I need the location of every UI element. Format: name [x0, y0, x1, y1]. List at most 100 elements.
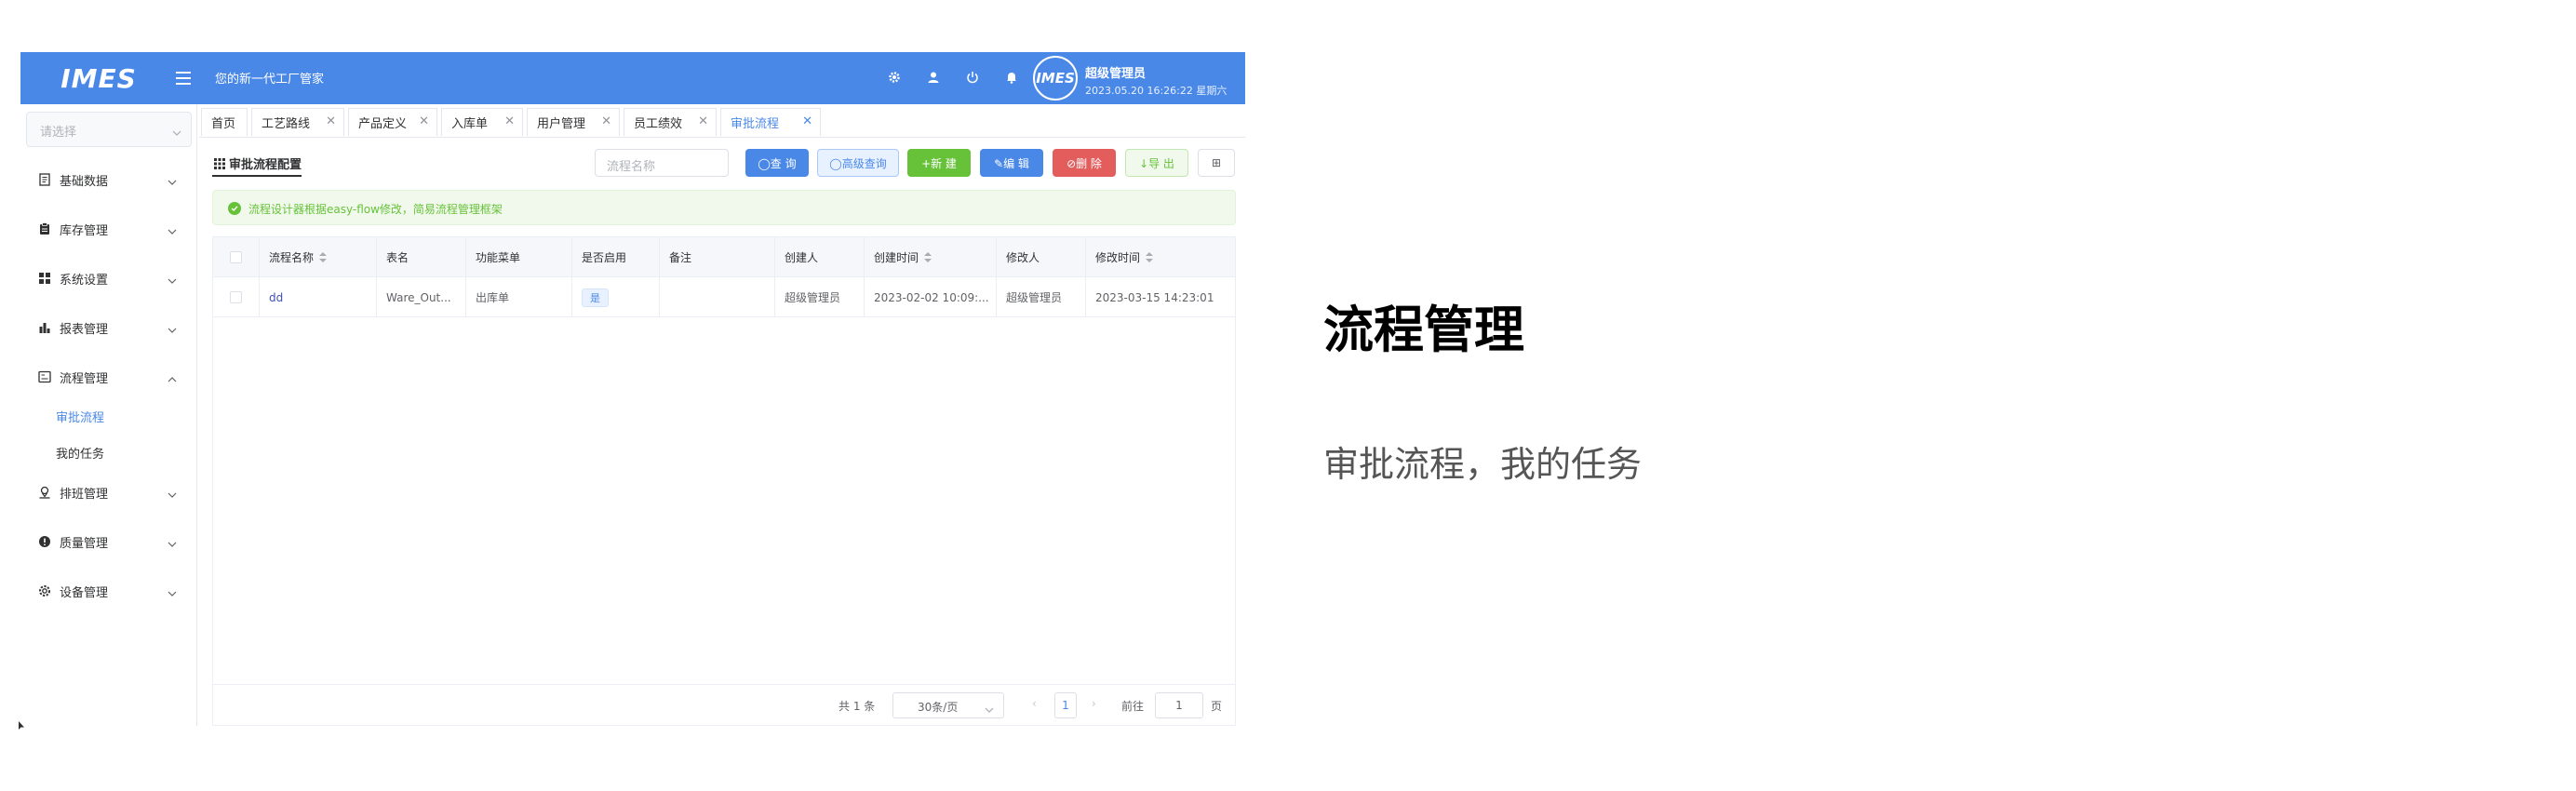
- tab-approval-flow[interactable]: 审批流程 ✕: [720, 108, 821, 136]
- tab-employee-performance[interactable]: 员工绩效 ✕: [624, 108, 717, 136]
- location-icon: [37, 485, 52, 500]
- cell-created: 2023-02-02 10:09:...: [865, 277, 997, 317]
- menu-search-select[interactable]: 请选择: [26, 112, 192, 147]
- grid-icon: [213, 156, 226, 169]
- sort-icon[interactable]: [924, 251, 932, 263]
- logo-text: IMES: [60, 62, 137, 94]
- table-header: 流程名称 表名 功能菜单 是否启用 备注 创建人 创建时间 修改人 修改时间: [213, 237, 1235, 277]
- cell-name[interactable]: dd: [260, 277, 377, 317]
- sidebar-item-reports[interactable]: 报表管理: [20, 308, 197, 345]
- sidebar-subitem-approval-flow[interactable]: 审批流程: [56, 408, 104, 425]
- sidebar-item-equipment[interactable]: 设备管理: [20, 571, 197, 609]
- export-button[interactable]: ↓导 出: [1125, 149, 1188, 177]
- row-checkbox[interactable]: [230, 291, 242, 303]
- sidebar-item-label: 质量管理: [60, 537, 109, 551]
- bell-icon[interactable]: [1001, 67, 1022, 87]
- flow-icon: [37, 369, 52, 384]
- query-button[interactable]: ◯查 询: [745, 149, 809, 177]
- sidebar-item-process[interactable]: 流程管理: [20, 357, 197, 395]
- document-icon: [37, 172, 52, 187]
- page-number-button[interactable]: 1: [1054, 692, 1077, 718]
- slide-subtitle: 审批流程，我的任务: [1323, 444, 1643, 485]
- table-row[interactable]: dd Ware_Out... 出库单 是 超级管理员 2023-02-02 10…: [213, 277, 1235, 317]
- sidebar-item-label: 排班管理: [60, 488, 109, 502]
- close-icon[interactable]: ✕: [326, 114, 336, 128]
- sidebar-item-system-settings[interactable]: 系统设置: [20, 259, 197, 296]
- sidebar-item-label: 系统设置: [60, 274, 109, 288]
- clipboard-icon: [37, 221, 52, 236]
- chevron-down-icon: [168, 535, 177, 553]
- column-settings-button[interactable]: ⊞: [1198, 149, 1235, 177]
- grid-icon: [37, 271, 52, 286]
- cell-table-name: Ware_Out...: [377, 277, 466, 317]
- sidebar-item-label: 库存管理: [60, 224, 109, 238]
- sort-icon[interactable]: [319, 251, 328, 263]
- close-icon[interactable]: ✕: [601, 114, 611, 128]
- column-header-label: 修改人: [1006, 251, 1040, 264]
- tab-inbound-order[interactable]: 入库单 ✕: [441, 108, 523, 136]
- sidebar-item-quality[interactable]: 质量管理: [20, 522, 197, 559]
- chevron-down-icon: [168, 272, 177, 289]
- avatar[interactable]: IMES: [1033, 56, 1078, 101]
- close-icon[interactable]: ✕: [698, 114, 708, 128]
- column-header-creator: 创建人: [775, 237, 865, 277]
- sidebar: 请选择 基础数据 库存管理 系统设置 报表管理 流程管理 审批流程 我的任务 排…: [20, 104, 197, 726]
- column-header-name[interactable]: 流程名称: [260, 237, 377, 277]
- cell-modified: 2023-03-15 14:23:01: [1095, 290, 1214, 304]
- tab-user-management[interactable]: 用户管理 ✕: [527, 108, 620, 136]
- sidebar-subitem-my-tasks[interactable]: 我的任务: [56, 444, 104, 462]
- tab-label: 员工绩效: [634, 117, 683, 131]
- top-icons: [884, 67, 1022, 87]
- slide-title: 流程管理: [1323, 301, 1524, 359]
- prev-page-button[interactable]: ‹: [1032, 697, 1037, 710]
- tab-product-definition[interactable]: 产品定义 ✕: [348, 108, 437, 136]
- new-button[interactable]: +新 建: [907, 149, 971, 177]
- goto-page-input[interactable]: 1: [1155, 692, 1203, 718]
- select-all-checkbox[interactable]: [230, 251, 242, 263]
- column-header-label: 流程名称: [269, 251, 315, 264]
- column-header-menu: 功能菜单: [466, 237, 572, 277]
- column-header-label: 创建时间: [874, 251, 919, 264]
- search-placeholder: 流程名称: [607, 160, 656, 174]
- info-alert: 流程设计器根据easy-flow修改，简易流程管理框架: [212, 190, 1236, 225]
- next-page-button[interactable]: ›: [1092, 697, 1096, 710]
- column-header-modified[interactable]: 修改时间: [1086, 237, 1235, 277]
- column-header-created[interactable]: 创建时间: [865, 237, 997, 277]
- close-icon[interactable]: ✕: [419, 114, 429, 128]
- current-datetime: 2023.05.20 16:26:22 星期六: [1085, 85, 1228, 97]
- edit-button[interactable]: ✎编 辑: [980, 149, 1043, 177]
- tab-label: 产品定义: [358, 117, 408, 131]
- chevron-down-icon: [172, 124, 181, 141]
- close-icon[interactable]: ✕: [802, 114, 812, 128]
- column-header-label: 备注: [669, 251, 692, 264]
- delete-button[interactable]: ⊘删 除: [1053, 149, 1116, 177]
- menu-toggle-icon[interactable]: [173, 68, 194, 88]
- page-size-value: 30条/页: [918, 701, 959, 714]
- power-icon[interactable]: [962, 67, 983, 87]
- sidebar-item-basic-data[interactable]: 基础数据: [20, 160, 197, 197]
- column-header-modifier: 修改人: [997, 237, 1086, 277]
- tab-home[interactable]: 首页: [201, 108, 248, 136]
- cell-enabled: 是: [572, 277, 660, 317]
- close-icon[interactable]: ✕: [504, 114, 515, 128]
- sidebar-item-inventory[interactable]: 库存管理: [20, 209, 197, 247]
- sidebar-item-label: 报表管理: [60, 323, 109, 337]
- advanced-query-button[interactable]: ◯高级查询: [817, 149, 899, 177]
- page-size-select[interactable]: 30条/页: [892, 692, 1004, 718]
- user-icon[interactable]: [923, 67, 944, 87]
- user-name[interactable]: 超级管理员: [1085, 63, 1146, 81]
- column-header-remark: 备注: [660, 237, 775, 277]
- column-header-enabled: 是否启用: [572, 237, 660, 277]
- chevron-down-icon: [168, 173, 177, 191]
- logo: IMES: [54, 61, 143, 95]
- process-table: 流程名称 表名 功能菜单 是否启用 备注 创建人 创建时间 修改人 修改时间 d…: [212, 236, 1236, 726]
- tab-process-route[interactable]: 工艺路线 ✕: [251, 108, 344, 136]
- alert-text: 流程设计器根据easy-flow修改，简易流程管理框架: [248, 203, 503, 216]
- cell-menu: 出库单: [466, 277, 572, 317]
- page-suffix-label: 页: [1211, 700, 1223, 713]
- process-name-search-input[interactable]: 流程名称: [595, 149, 729, 177]
- sidebar-item-scheduling[interactable]: 排班管理: [20, 473, 197, 510]
- sort-icon[interactable]: [1146, 251, 1154, 263]
- tab-label: 工艺路线: [262, 117, 311, 131]
- settings-gear-icon[interactable]: [884, 67, 905, 87]
